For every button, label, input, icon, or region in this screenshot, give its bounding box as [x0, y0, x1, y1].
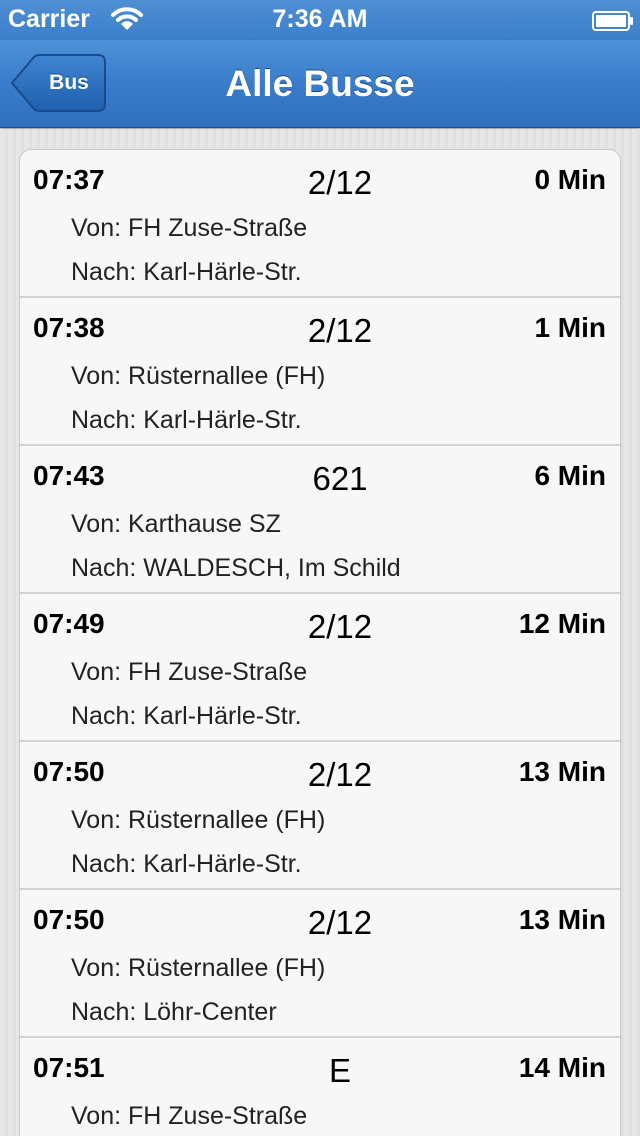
destination-stop: Nach: Löhr-Center [71, 998, 277, 1026]
departures-table: 07:37 2/12 0 Min Von: FH Zuse-Straße Nach: K… [19, 149, 621, 1136]
departure-row[interactable]: 07:49 2/12 12 Min Von: FH Zuse-Straße Nach: … [20, 594, 620, 742]
departure-time: 07:50 [33, 756, 105, 787]
origin-stop: Von: FH Zuse-Straße [71, 1102, 308, 1130]
wait-time: 12 Min [518, 608, 606, 639]
battery-icon [592, 9, 634, 31]
departure-time: 07:38 [33, 312, 105, 343]
bus-line: 2/12 [307, 164, 373, 201]
bus-line: 2/12 [307, 608, 373, 645]
wait-time: 6 Min [534, 460, 606, 491]
status-bar: Carrier 7:36 AM [0, 0, 640, 40]
bus-line: E [328, 1052, 351, 1089]
departure-row[interactable]: 07:50 2/12 13 Min Von: Rüsternallee (FH) Nac… [20, 742, 620, 890]
destination-stop: Nach: Karl-Härle-Str. [71, 850, 302, 878]
bus-line: 621 [312, 460, 368, 497]
bus-line: 2/12 [307, 312, 373, 349]
origin-stop: Von: Rüsternallee (FH) [71, 362, 326, 390]
wait-time: 14 Min [518, 1052, 606, 1083]
bus-line: 2/12 [307, 756, 373, 793]
bus-line: 2/12 [307, 904, 373, 941]
departure-time: 07:51 [33, 1052, 105, 1083]
status-time: 7:36 AM [272, 5, 368, 33]
destination-stop: Nach: Karl-Härle-Str. [71, 702, 302, 730]
wait-time: 0 Min [534, 164, 606, 195]
wait-time: 1 Min [534, 312, 606, 343]
destination-stop: Nach: Karl-Härle-Str. [71, 258, 302, 286]
origin-stop: Von: FH Zuse-Straße [71, 658, 308, 686]
departure-row[interactable]: 07:51 E 14 Min Von: FH Zuse-Straße [20, 1038, 620, 1136]
wait-time: 13 Min [518, 756, 606, 787]
departure-row[interactable]: 07:37 2/12 0 Min Von: FH Zuse-Straße Nach: K… [20, 150, 620, 298]
departures-view[interactable]: 07:37 2/12 0 Min Von: FH Zuse-Straße Nach: K… [0, 129, 640, 1136]
departure-time: 07:43 [33, 460, 105, 491]
origin-stop: Von: Rüsternallee (FH) [71, 806, 326, 834]
wait-time: 13 Min [518, 904, 606, 935]
origin-stop: Von: Rüsternallee (FH) [71, 954, 326, 982]
departure-time: 07:49 [33, 608, 105, 639]
origin-stop: Von: FH Zuse-Straße [71, 214, 308, 242]
departure-time: 07:50 [33, 904, 105, 935]
destination-stop: Nach: WALDESCH, Im Schild [71, 554, 401, 582]
navigation-bar: Bus Alle Busse [0, 40, 640, 128]
departure-time: 07:37 [33, 164, 105, 195]
destination-stop: Nach: Karl-Härle-Str. [71, 406, 302, 434]
departure-row[interactable]: 07:43 621 6 Min Von: Karthause SZ Nach: WALD… [20, 446, 620, 594]
departure-row[interactable]: 07:50 2/12 13 Min Von: Rüsternallee (FH) Nac… [20, 890, 620, 1038]
origin-stop: Von: Karthause SZ [71, 510, 281, 538]
page-title: Alle Busse [225, 63, 415, 104]
departure-row[interactable]: 07:38 2/12 1 Min Von: Rüsternallee (FH) Nach… [20, 298, 620, 446]
